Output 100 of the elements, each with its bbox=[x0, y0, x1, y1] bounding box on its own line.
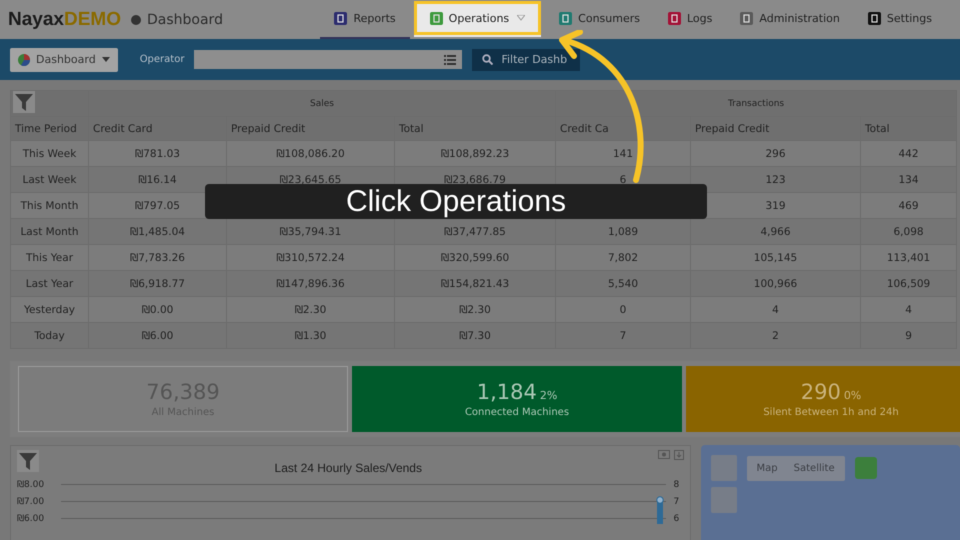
table-cell: ₪2.30 bbox=[459, 304, 491, 316]
axis-label: ₪7.00 bbox=[17, 496, 46, 506]
table-cell: ₪797.05 bbox=[135, 200, 180, 212]
menu-icon bbox=[559, 12, 572, 25]
table-cell: 0 bbox=[620, 304, 626, 316]
image-icon[interactable] bbox=[658, 450, 670, 459]
table-cell: 296 bbox=[765, 148, 786, 160]
table-cell: ₪16.14 bbox=[138, 174, 177, 186]
status-icon bbox=[854, 457, 877, 479]
column-header: Time Period bbox=[15, 122, 77, 134]
table-cell: ₪6.00 bbox=[142, 330, 174, 342]
table-cell: This Year bbox=[26, 252, 74, 264]
table-cell: Last Month bbox=[20, 226, 79, 238]
stat-card[interactable]: 1,184 2% Connected Machines bbox=[352, 366, 682, 432]
table-cell: ₪2.30 bbox=[294, 304, 326, 316]
brand-logo: NayaxDEMO bbox=[8, 8, 121, 30]
nav-tab[interactable]: Administration bbox=[726, 0, 854, 39]
table-cell: ₪37,477.85 bbox=[444, 226, 506, 238]
table-cell: 4,966 bbox=[760, 226, 791, 238]
menu-icon bbox=[740, 12, 754, 25]
group-header: Transactions bbox=[728, 98, 784, 108]
table-cell: 469 bbox=[898, 200, 919, 212]
table-cell: ₪7.30 bbox=[459, 330, 491, 342]
pie-chart-icon bbox=[18, 54, 30, 66]
table-cell: 9 bbox=[905, 330, 912, 342]
page-title: Dashboard bbox=[147, 12, 223, 28]
column-header: Prepaid Credit bbox=[231, 122, 306, 134]
table-cell: ₪23,686.79 bbox=[444, 174, 506, 186]
list-icon bbox=[444, 54, 456, 64]
table-cell: 319 bbox=[765, 200, 786, 212]
table-cell: Last Year bbox=[26, 278, 74, 290]
table-cell: Last Week bbox=[22, 174, 76, 186]
map-type-button[interactable]: Satellite bbox=[786, 458, 843, 478]
table-cell: ₪6,918.77 bbox=[130, 278, 185, 290]
table-cell: ₪1.30 bbox=[294, 330, 326, 342]
table-cell: ₪108,892.23 bbox=[440, 148, 510, 160]
table-cell: This Month bbox=[20, 200, 78, 212]
table-cell: ₪23,645.65 bbox=[280, 174, 342, 186]
table-cell: ₪147,896.36 bbox=[276, 278, 345, 290]
table-cell: 442 bbox=[898, 148, 919, 160]
map-type-button[interactable]: Map bbox=[748, 458, 786, 478]
table-cell: 4 bbox=[905, 304, 912, 316]
dashboard-icon bbox=[131, 14, 141, 24]
search-icon bbox=[482, 54, 494, 65]
table-cell: 6,098 bbox=[894, 226, 924, 238]
table-cell: 2 bbox=[772, 330, 779, 342]
table-cell: ₪35,794.31 bbox=[280, 226, 342, 238]
dashboard-dropdown[interactable]: Dashboard bbox=[10, 48, 118, 72]
table-cell: 5,540 bbox=[608, 278, 638, 290]
operator-field[interactable] bbox=[194, 50, 462, 69]
table-cell: 7 bbox=[620, 330, 626, 342]
axis-label: 8 bbox=[674, 480, 680, 490]
nav-tab[interactable]: Consumers bbox=[545, 0, 654, 39]
menu-icon bbox=[430, 12, 443, 24]
operator-label: Operator bbox=[140, 54, 184, 65]
column-header: Prepaid Credit bbox=[695, 122, 770, 134]
table-cell: Today bbox=[34, 330, 65, 342]
group-header: Sales bbox=[310, 98, 334, 108]
filter-dashboard-button[interactable]: Filter Dashb bbox=[472, 48, 580, 70]
table-cell: ₪310,572.24 bbox=[276, 252, 345, 264]
axis-label: 6 bbox=[674, 514, 680, 524]
nav-tab[interactable]: Settings bbox=[854, 0, 946, 39]
axis-label: ₪8.00 bbox=[17, 480, 46, 490]
table-cell: 7,802 bbox=[608, 252, 638, 264]
table-cell: ₪154,821.43 bbox=[440, 278, 510, 290]
column-header: Total bbox=[865, 122, 890, 134]
tutorial-caption: Click Operations bbox=[205, 184, 707, 219]
menu-icon bbox=[868, 12, 881, 25]
column-header: Credit Card bbox=[93, 122, 152, 134]
download-icon[interactable] bbox=[674, 450, 684, 460]
table-cell: ₪1,485.04 bbox=[130, 226, 185, 238]
table-cell: 105,145 bbox=[754, 252, 798, 264]
column-header: Credit Ca bbox=[560, 122, 609, 134]
table-cell: ₪7,783.26 bbox=[130, 252, 185, 264]
nav-tab[interactable]: Operations bbox=[414, 1, 542, 37]
table-cell: ₪320,599.60 bbox=[440, 252, 510, 264]
table-cell: 134 bbox=[898, 174, 919, 186]
table-cell: 123 bbox=[765, 174, 786, 186]
nav-tab[interactable]: Logs bbox=[654, 0, 726, 39]
table-cell: ₪108,086.20 bbox=[276, 148, 345, 160]
table-cell: Yesterday bbox=[24, 304, 75, 316]
table-cell: 6 bbox=[620, 174, 626, 186]
table-cell: 100,966 bbox=[754, 278, 798, 290]
table-cell: 1,089 bbox=[608, 226, 638, 238]
table-cell: ₪0.00 bbox=[142, 304, 174, 316]
column-header: Total bbox=[399, 122, 424, 134]
chart-title: Last 24 Hourly Sales/Vends bbox=[274, 461, 423, 475]
menu-icon bbox=[334, 12, 348, 25]
axis-label: ₪6.00 bbox=[17, 514, 46, 524]
table-cell: 4 bbox=[772, 304, 779, 316]
chart-bar bbox=[656, 496, 664, 524]
table-cell: 106,509 bbox=[886, 278, 930, 290]
caret-icon bbox=[102, 57, 110, 62]
table-cell: This Week bbox=[22, 148, 76, 160]
menu-icon bbox=[668, 12, 681, 25]
stat-card[interactable]: 290 0% Silent Between 1h and 24h bbox=[686, 366, 960, 432]
table-cell: 113,401 bbox=[886, 252, 930, 264]
axis-label: 7 bbox=[674, 496, 680, 506]
table-cell: ₪781.03 bbox=[135, 148, 180, 160]
table-cell: 141 bbox=[612, 148, 634, 160]
